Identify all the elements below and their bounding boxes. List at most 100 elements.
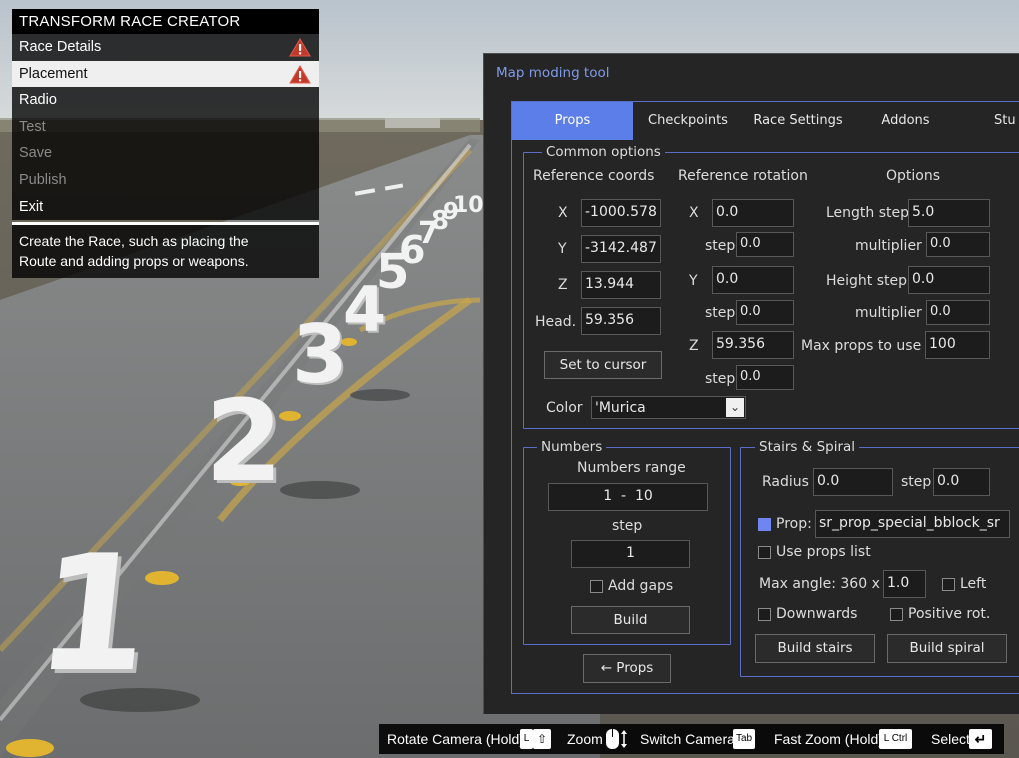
numbers-range-input[interactable]: 1 - 10 (548, 483, 708, 511)
key-l-icon: L (520, 729, 533, 749)
rotation-y-input[interactable]: 0.0 (712, 266, 794, 294)
downwards-label: Downwards (776, 606, 858, 622)
menu-item-save: Save (12, 140, 319, 167)
tab-bar: Props Checkpoints Race Settings Addons S… (512, 102, 1019, 140)
length-step-input[interactable]: 5.0 (908, 199, 990, 227)
group-legend: Numbers (537, 439, 607, 455)
menu-item-label: Publish (19, 171, 67, 188)
scene-number-2: 2 (205, 377, 283, 507)
menu-item-label: Radio (19, 92, 57, 109)
rotation-y-step-input[interactable]: 0.0 (736, 300, 794, 325)
menu-item-placement[interactable]: Placement (12, 60, 319, 88)
rotation-z-step-input[interactable]: 0.0 (736, 365, 794, 390)
length-step-label: Length step (826, 205, 910, 221)
coord-x-input[interactable]: -1000.578 (581, 199, 661, 227)
add-gaps-checkbox[interactable] (590, 580, 603, 593)
menu-item-label: Save (19, 145, 53, 162)
race-creator-menu: TRANSFORM RACE CREATOR Race Details Plac… (12, 9, 319, 279)
set-to-cursor-button[interactable]: Set to cursor (544, 351, 662, 379)
group-legend: Common options (542, 144, 665, 160)
rotation-x-step-input[interactable]: 0.0 (736, 232, 794, 257)
use-props-list-label: Use props list (776, 544, 871, 560)
build-numbers-button[interactable]: Build (571, 606, 690, 634)
scene-number-10: 10 (453, 193, 484, 218)
length-multiplier-label: multiplier (855, 238, 922, 254)
hint-rotate-camera: Rotate Camera (Hold) (387, 731, 524, 747)
chevron-down-icon: ⌄ (726, 398, 744, 417)
hint-fast-zoom: Fast Zoom (Hold) (774, 731, 883, 747)
max-props-label: Max props to use (801, 338, 922, 354)
left-label: Left (960, 576, 987, 592)
height-step-input[interactable]: 0.0 (908, 266, 990, 294)
menu-item-exit[interactable]: Exit (12, 193, 319, 221)
color-select[interactable]: 'Murica ⌄ (591, 396, 746, 419)
max-angle-label: Max angle: 360 x (759, 576, 880, 592)
rotation-z-label: Z (689, 338, 699, 354)
hint-select: Select (931, 731, 970, 747)
shift-key-icon: ⇧ (533, 729, 551, 749)
menu-item-label: Exit (19, 198, 44, 215)
tab-race-settings[interactable]: Race Settings (743, 102, 853, 140)
menu-item-race-details[interactable]: Race Details (12, 34, 319, 61)
menu-item-label: Placement (19, 65, 88, 82)
back-to-props-button[interactable]: ← Props (583, 654, 671, 683)
heading-input[interactable]: 59.356 (581, 307, 661, 335)
use-props-list-checkbox[interactable] (758, 546, 771, 559)
height-multiplier-input[interactable]: 0.0 (926, 300, 990, 325)
positive-rot-label: Positive rot. (908, 606, 991, 622)
tab-addons[interactable]: Addons (853, 102, 958, 140)
enter-key-icon: ↵ (969, 729, 992, 749)
radius-label: Radius (762, 474, 809, 490)
rotation-z-input[interactable]: 59.356 (712, 331, 794, 359)
reference-rotation-heading: Reference rotation (678, 168, 808, 184)
menu-description: Create the Race, such as placing the Rou… (12, 225, 319, 279)
rotation-x-step-label: step (705, 238, 736, 254)
l-ctrl-key-icon: L Ctrl (879, 729, 912, 749)
rotation-x-input[interactable]: 0.0 (712, 199, 794, 227)
tab-studio[interactable]: Stu (994, 102, 1019, 140)
hint-switch-camera: Switch Camera (640, 731, 735, 747)
coord-y-label: Y (558, 241, 567, 257)
menu-item-radio[interactable]: Radio (12, 87, 319, 114)
coord-x-label: X (558, 205, 568, 221)
numbers-step-label: step (612, 518, 643, 534)
menu-item-test: Test (12, 113, 319, 141)
menu-title: TRANSFORM RACE CREATOR (12, 9, 319, 34)
numbers-step-input[interactable]: 1 (571, 540, 690, 568)
max-angle-input[interactable]: 1.0 (883, 570, 926, 598)
tab-props[interactable]: Props (512, 102, 633, 140)
prop-checkbox[interactable] (758, 518, 771, 531)
warning-icon (289, 38, 311, 57)
numbers-range-label: Numbers range (577, 460, 686, 476)
warning-icon (289, 64, 311, 84)
coord-y-input[interactable]: -3142.487 (581, 235, 661, 263)
left-checkbox[interactable] (942, 578, 955, 591)
menu-item-label: Race Details (19, 39, 102, 55)
tab-checkpoints[interactable]: Checkpoints (633, 102, 743, 140)
coord-z-input[interactable]: 13.944 (581, 271, 661, 299)
menu-item-label: Test (19, 118, 46, 135)
positive-rot-checkbox[interactable] (890, 608, 903, 621)
coord-z-label: Z (558, 277, 568, 293)
rotation-y-step-label: step (705, 305, 736, 321)
rotation-x-label: X (689, 205, 699, 221)
length-multiplier-input[interactable]: 0.0 (926, 232, 990, 257)
build-spiral-button[interactable]: Build spiral (887, 634, 1007, 663)
rotation-z-step-label: step (705, 371, 736, 387)
map-moding-tool-window: Map moding tool Props Checkpoints Race S… (483, 53, 1019, 714)
build-stairs-button[interactable]: Build stairs (755, 634, 875, 663)
radius-input[interactable]: 0.0 (813, 468, 893, 496)
window-title: Map moding tool (496, 65, 610, 81)
downwards-checkbox[interactable] (758, 608, 771, 621)
prop-label: Prop: (776, 516, 812, 532)
prop-input[interactable]: sr_prop_special_bblock_sr (815, 510, 1010, 538)
mouse-scroll-icon (606, 729, 627, 749)
group-legend: Stairs & Spiral (755, 439, 860, 455)
max-props-input[interactable]: 100 (925, 331, 990, 359)
hint-zoom: Zoom (567, 731, 603, 747)
radius-step-input[interactable]: 0.0 (933, 468, 990, 496)
color-label: Color (546, 400, 583, 416)
scene-number-1: 1 (28, 520, 160, 707)
height-multiplier-label: multiplier (855, 305, 922, 321)
height-step-label: Height step (826, 273, 908, 289)
